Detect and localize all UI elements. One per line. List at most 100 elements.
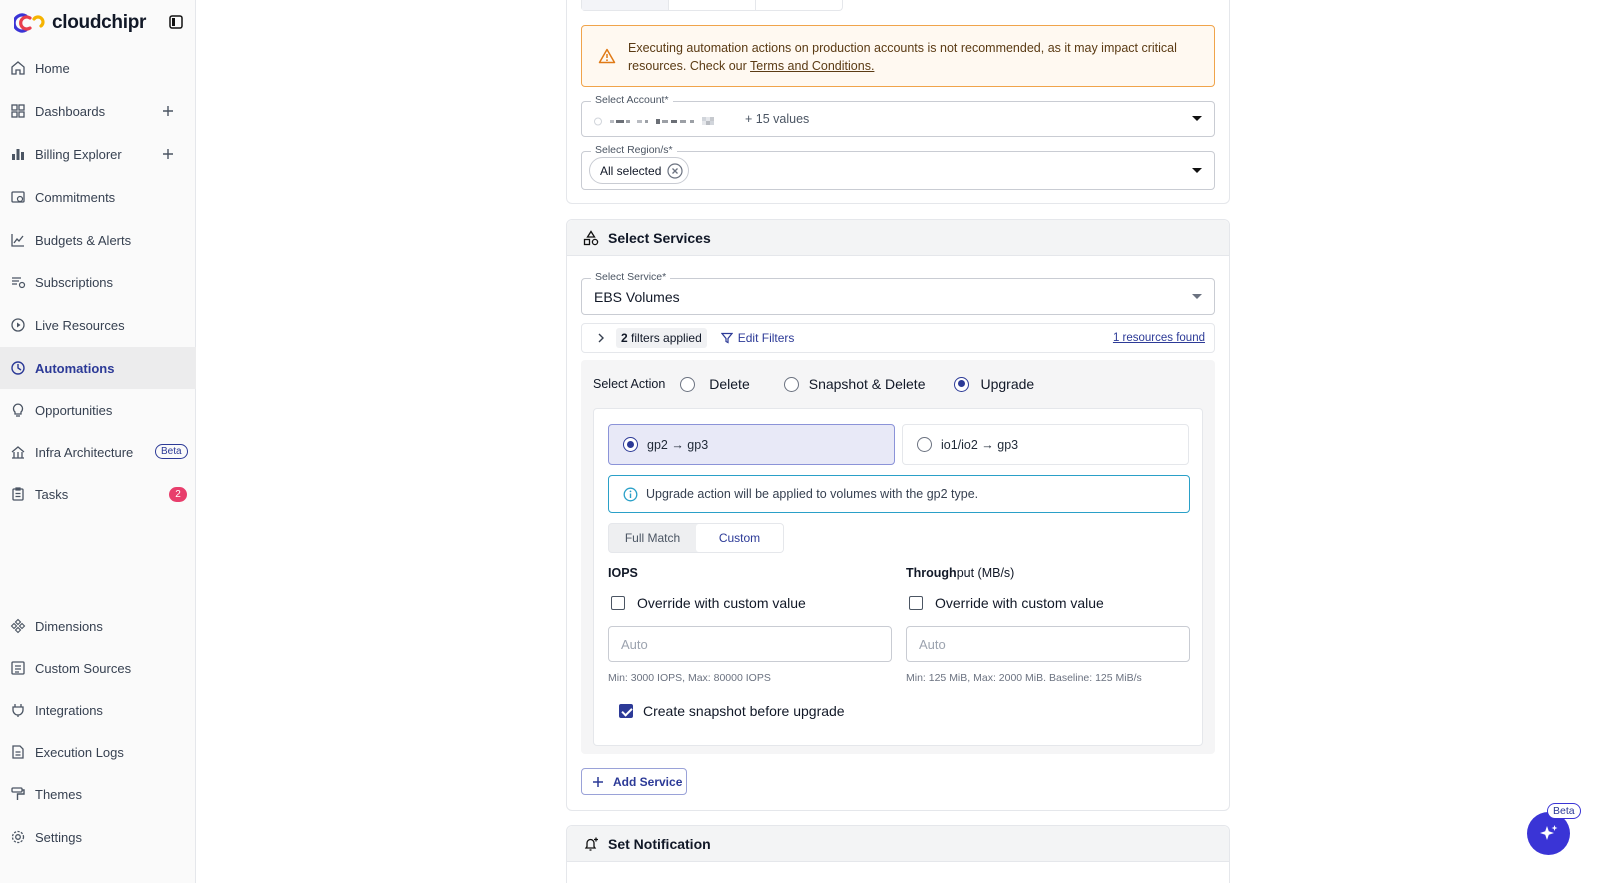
remove-chip-icon[interactable] bbox=[667, 162, 683, 179]
commitments-icon bbox=[11, 191, 25, 203]
section-title: Set Notification bbox=[608, 835, 711, 852]
iops-hint: Min: 3000 IOPS, Max: 80000 IOPS bbox=[608, 672, 771, 684]
radio-label: Snapshot & Delete bbox=[808, 376, 926, 392]
sidebar-item-live-resources[interactable]: Live Resources bbox=[0, 304, 196, 346]
production-warning: Executing automation actions on producti… bbox=[581, 25, 1215, 87]
sidebar-item-integrations[interactable]: Integrations bbox=[0, 689, 196, 731]
iops-override[interactable]: Override with custom value bbox=[611, 595, 806, 611]
match-mode-toggle: Full Match Custom bbox=[608, 523, 784, 553]
chevron-right-icon[interactable] bbox=[594, 331, 608, 345]
sidebar-item-dimensions[interactable]: Dimensions bbox=[0, 605, 196, 647]
gear-icon bbox=[11, 830, 25, 844]
add-dashboard-icon[interactable] bbox=[160, 103, 176, 119]
sidebar-item-infra-architecture[interactable]: Infra Architecture Beta bbox=[0, 431, 196, 473]
sidebar-item-themes[interactable]: Themes bbox=[0, 773, 196, 815]
cloudchipr-logo-icon bbox=[14, 13, 45, 33]
sidebar-item-custom-sources[interactable]: Custom Sources bbox=[0, 647, 196, 689]
sidebar-item-dashboards[interactable]: Dashboards bbox=[0, 90, 196, 132]
custom-sources-icon bbox=[11, 661, 25, 675]
throughput-title-rest: put (MB/s) bbox=[956, 566, 1015, 580]
edit-filters-button[interactable]: Edit Filters bbox=[738, 331, 795, 345]
sidebar-collapse-icon[interactable] bbox=[169, 15, 183, 29]
field-label: Select Account* bbox=[591, 94, 673, 106]
sidebar-item-label: Custom Sources bbox=[35, 660, 132, 676]
terms-link[interactable]: Terms and Conditions. bbox=[750, 59, 874, 73]
sidebar-item-execution-logs[interactable]: Execution Logs bbox=[0, 731, 196, 773]
sidebar-item-home[interactable]: Home bbox=[0, 47, 196, 89]
shapes-icon bbox=[583, 229, 599, 245]
sidebar-item-label: Themes bbox=[35, 786, 82, 802]
chevron-down-icon[interactable] bbox=[1192, 116, 1202, 121]
sidebar-item-commitments[interactable]: Commitments bbox=[0, 176, 196, 218]
plus-icon bbox=[593, 776, 603, 787]
throughput-title: Throughput (MB/s) bbox=[906, 566, 1014, 580]
select-region-field[interactable]: Select Region/s* All selected bbox=[581, 144, 1215, 190]
create-snapshot-checkbox[interactable] bbox=[619, 704, 633, 718]
option-io1-io2-gp3[interactable]: io1/io2 → gp3 bbox=[902, 424, 1189, 465]
iops-title: IOPS bbox=[608, 566, 638, 580]
throughput-input[interactable]: Auto bbox=[906, 626, 1190, 662]
option-gp2-gp3[interactable]: gp2 → gp3 bbox=[608, 424, 895, 465]
throughput-title-bold: Through bbox=[906, 566, 957, 580]
sidebar-item-settings[interactable]: Settings bbox=[0, 816, 196, 858]
sidebar-item-tasks[interactable]: Tasks 2 bbox=[0, 473, 196, 515]
paint-roller-icon bbox=[11, 787, 25, 800]
radio-upgrade[interactable] bbox=[954, 376, 970, 392]
chip-label: All selected bbox=[600, 163, 662, 178]
filters-applied[interactable]: 2 filters applied bbox=[616, 328, 707, 348]
sidebar-item-label: Subscriptions bbox=[35, 274, 114, 290]
sidebar-item-opportunities[interactable]: Opportunities bbox=[0, 389, 196, 431]
trend-chart-icon bbox=[11, 234, 24, 247]
action-row: Select Action Delete Snapshot & Delete U… bbox=[593, 376, 1034, 392]
top-tab[interactable] bbox=[669, 0, 756, 10]
option-label: gp2 → gp3 bbox=[647, 437, 709, 452]
radio-io1-io2-gp3[interactable] bbox=[917, 437, 932, 452]
create-snapshot-option[interactable]: Create snapshot before upgrade bbox=[619, 703, 845, 719]
top-tab[interactable] bbox=[756, 0, 842, 10]
upgrade-info: Upgrade action will be applied to volume… bbox=[608, 475, 1190, 513]
add-billing-report-icon[interactable] bbox=[160, 146, 176, 162]
chevron-down-icon[interactable] bbox=[1192, 167, 1202, 173]
iops-override-checkbox[interactable] bbox=[611, 596, 625, 610]
upgrade-options-panel: gp2 → gp3 io1/io2 → gp3 Upgrade action w… bbox=[593, 408, 1203, 746]
sidebar-item-budgets-alerts[interactable]: Budgets & Alerts bbox=[0, 219, 196, 261]
throughput-override-checkbox[interactable] bbox=[909, 596, 923, 610]
sidebar-item-label: Settings bbox=[35, 829, 82, 845]
sparkles-icon bbox=[1539, 824, 1557, 840]
sidebar-item-billing-explorer[interactable]: Billing Explorer bbox=[0, 133, 196, 175]
full-match-tab[interactable]: Full Match bbox=[609, 524, 696, 552]
add-service-button[interactable]: Add Service bbox=[581, 768, 687, 795]
sidebar-item-label: Budgets & Alerts bbox=[35, 232, 132, 248]
sidebar-item-label: Infra Architecture bbox=[35, 444, 134, 460]
action-delete[interactable]: Delete bbox=[680, 376, 750, 392]
region-chip[interactable]: All selected bbox=[589, 157, 690, 184]
checkbox-label: Create snapshot before upgrade bbox=[643, 703, 845, 719]
play-circle-icon bbox=[11, 318, 25, 332]
resources-found-link[interactable]: 1 resources found bbox=[1113, 332, 1205, 344]
select-account-field[interactable]: Select Account* + 15 values bbox=[581, 94, 1215, 137]
action-upgrade[interactable]: Upgrade bbox=[954, 376, 1034, 392]
warning-text: Executing automation actions on producti… bbox=[628, 41, 1177, 73]
radio-snapshot-delete[interactable] bbox=[783, 376, 799, 392]
sidebar-item-automations[interactable]: Automations bbox=[0, 347, 196, 389]
action-snapshot-delete[interactable]: Snapshot & Delete bbox=[783, 376, 926, 392]
account-chips bbox=[594, 114, 732, 126]
radio-delete[interactable] bbox=[680, 376, 696, 392]
sidebar-item-subscriptions[interactable]: Subscriptions bbox=[0, 261, 196, 303]
sidebar-item-label: Dimensions bbox=[35, 618, 103, 634]
chevron-down-icon[interactable] bbox=[1192, 293, 1202, 299]
top-tabs[interactable] bbox=[581, 0, 843, 11]
top-tab[interactable] bbox=[582, 0, 669, 10]
checkbox-label: Override with custom value bbox=[935, 595, 1104, 611]
field-label: Select Service* bbox=[591, 271, 671, 283]
logo[interactable]: cloudchipr bbox=[14, 11, 146, 35]
sidebar-item-label: Billing Explorer bbox=[35, 146, 122, 162]
select-service-field[interactable]: Select Service* EBS Volumes bbox=[581, 271, 1215, 315]
throughput-override[interactable]: Override with custom value bbox=[909, 595, 1104, 611]
radio-gp2-gp3[interactable] bbox=[623, 437, 638, 452]
filter-bar: 2 filters applied Edit Filters 1 resourc… bbox=[581, 323, 1215, 353]
iops-input[interactable]: Auto bbox=[608, 626, 892, 662]
custom-tab[interactable]: Custom bbox=[696, 524, 783, 552]
sidebar-item-label: Integrations bbox=[35, 702, 103, 718]
set-notification-card: Set Notification bbox=[566, 825, 1230, 883]
